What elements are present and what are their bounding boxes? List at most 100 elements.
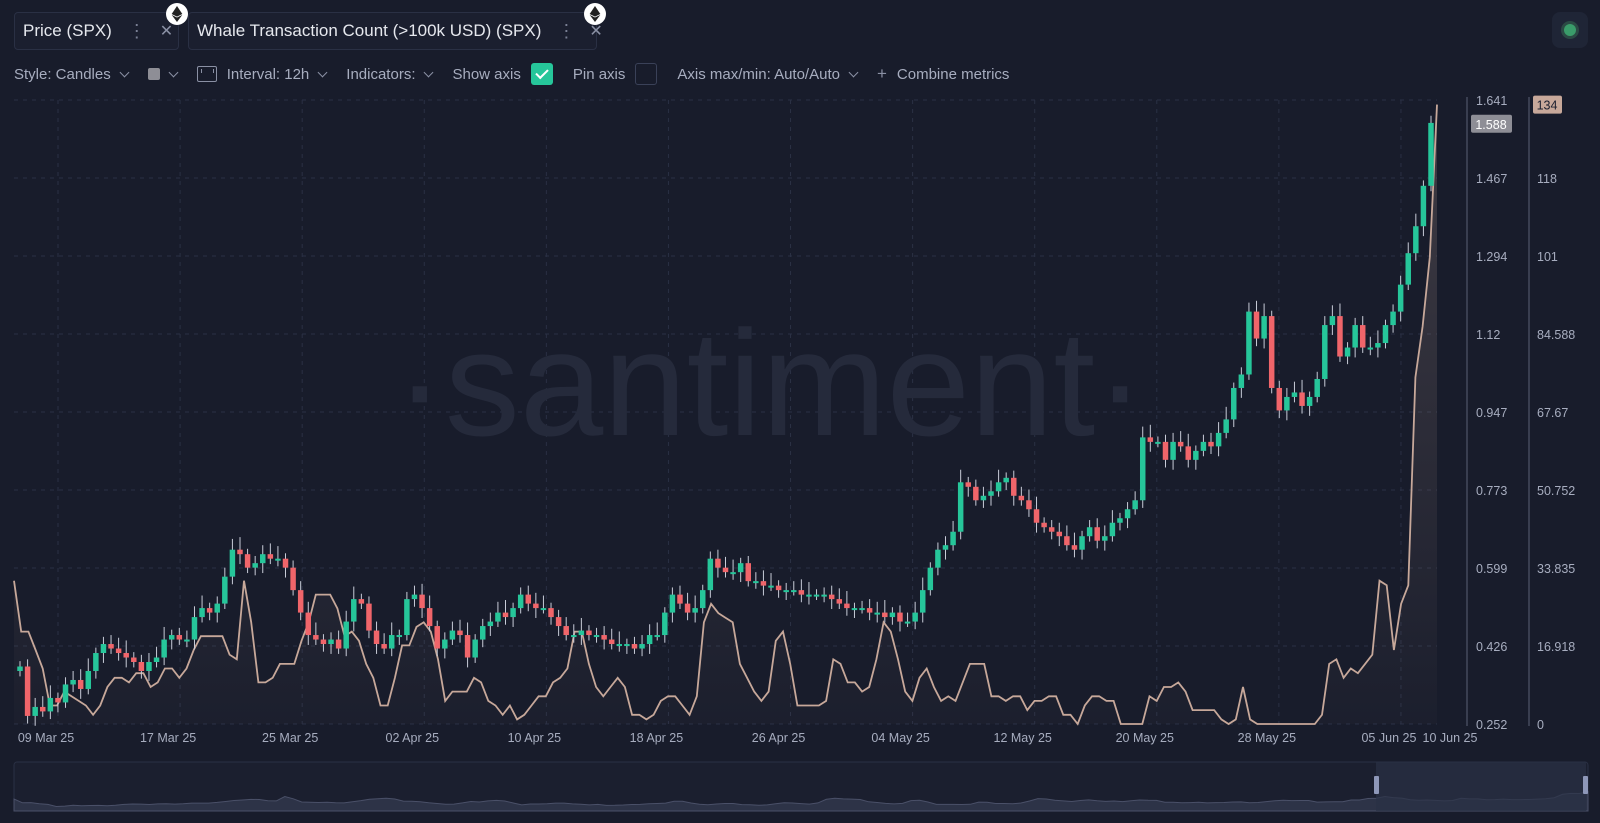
- candle-body: [1056, 531, 1063, 537]
- candle-body: [244, 554, 251, 568]
- candle-body: [578, 630, 585, 636]
- candle-body: [912, 612, 918, 622]
- candle-body: [328, 639, 334, 645]
- range-navigator[interactable]: [13, 761, 1589, 812]
- candle-body: [866, 608, 873, 613]
- candle-body: [889, 612, 896, 618]
- candle-body: [844, 603, 850, 609]
- candle-body: [639, 644, 645, 649]
- candle-body: [480, 626, 486, 640]
- x-axis-tick-label: 02 Apr 25: [386, 731, 440, 745]
- candle-body: [593, 635, 600, 638]
- chart-canvas[interactable]: ·santiment· 1.641 1.467 1.294 1.12 0.947 0.77…: [0, 0, 1600, 823]
- candle-body: [677, 594, 683, 604]
- candle-body: [100, 644, 107, 654]
- candle-body: [1375, 343, 1381, 348]
- candle-body: [608, 639, 615, 645]
- candle-body: [396, 635, 403, 638]
- candle-body: [555, 617, 562, 627]
- candle-body: [753, 581, 759, 584]
- candle-body: [980, 495, 987, 501]
- candle-body: [1428, 122, 1434, 186]
- candle-body: [191, 617, 198, 640]
- candle-body: [214, 603, 220, 613]
- candle-body: [40, 706, 46, 712]
- candle-body: [146, 662, 152, 671]
- candle-body: [260, 554, 266, 564]
- candle-body: [935, 549, 941, 568]
- candle-body: [1086, 527, 1093, 537]
- candle-body: [388, 635, 395, 649]
- left-axis-tick-label: 1.294: [1476, 250, 1507, 264]
- x-axis-tick-label: 26 Apr 25: [752, 731, 806, 745]
- candle-body: [419, 594, 425, 609]
- candle-body: [1344, 347, 1351, 357]
- candle-body: [1124, 509, 1131, 519]
- candle-body: [282, 558, 289, 568]
- candle-body: [715, 558, 721, 568]
- candle-body: [624, 644, 630, 647]
- candle-body: [1359, 325, 1366, 348]
- candle-body: [548, 608, 554, 618]
- candle-body: [601, 635, 607, 640]
- candle-body: [662, 612, 668, 636]
- candle-body: [1299, 392, 1305, 406]
- x-axis-tick-label: 10 Jun 25: [1423, 731, 1478, 745]
- candle-body: [1208, 441, 1214, 447]
- candle-body: [1231, 387, 1237, 420]
- candle-body: [1276, 387, 1283, 411]
- candle-body: [275, 558, 281, 561]
- left-axis-tick-label: 0.947: [1476, 406, 1507, 420]
- right-axis-tick-label: 67.67: [1537, 406, 1568, 420]
- candle-body: [32, 706, 38, 716]
- candle-body: [1094, 527, 1100, 541]
- candle-body: [115, 648, 122, 654]
- candle-body: [47, 697, 54, 712]
- candle-body: [1420, 185, 1427, 227]
- candle-body: [783, 590, 789, 593]
- candle-body: [692, 608, 698, 613]
- candle-body: [563, 626, 569, 636]
- candle-body: [457, 630, 463, 636]
- candle-body: [1011, 477, 1017, 496]
- candle-body: [1162, 441, 1169, 460]
- right-axis-tick-label: 118: [1537, 172, 1557, 186]
- candle-body: [85, 670, 92, 689]
- candle-body: [760, 581, 767, 586]
- candle-body: [404, 599, 410, 636]
- candle-body: [1367, 347, 1374, 350]
- candle-body: [942, 545, 949, 550]
- candle-body: [1291, 392, 1298, 397]
- x-axis-tick-label: 04 May 25: [871, 731, 929, 745]
- candle-body: [206, 608, 213, 613]
- candle-body: [1170, 441, 1176, 460]
- candle-body: [571, 635, 577, 638]
- left-axis-tick-label: 0.773: [1476, 484, 1507, 498]
- candle-body: [55, 697, 61, 703]
- candle-body: [434, 626, 440, 649]
- candle-body: [533, 603, 539, 609]
- candle-body: [442, 639, 448, 649]
- candle-body: [1147, 437, 1154, 442]
- candle-body: [730, 572, 736, 575]
- candle-body: [472, 639, 478, 658]
- candle-body: [123, 653, 129, 658]
- left-axis-tick-label: 0.599: [1476, 562, 1507, 576]
- candle-body: [305, 612, 312, 636]
- candle-body: [313, 635, 319, 640]
- x-axis-tick-label: 20 May 25: [1116, 731, 1174, 745]
- candle-body: [17, 666, 23, 671]
- left-axis-tick-label: 1.467: [1476, 172, 1507, 186]
- candle-body: [957, 482, 964, 532]
- candle-body: [836, 599, 843, 604]
- candle-body: [851, 608, 858, 611]
- candle-body: [1261, 316, 1267, 339]
- candle-body: [874, 612, 880, 615]
- candle-body: [366, 603, 372, 631]
- candle-body: [222, 576, 228, 604]
- candle-body: [381, 644, 387, 649]
- left-axis-tick-label: 0.426: [1476, 640, 1507, 654]
- candle-body: [70, 679, 76, 685]
- candle-body: [995, 482, 1002, 492]
- candle-body: [1033, 509, 1040, 523]
